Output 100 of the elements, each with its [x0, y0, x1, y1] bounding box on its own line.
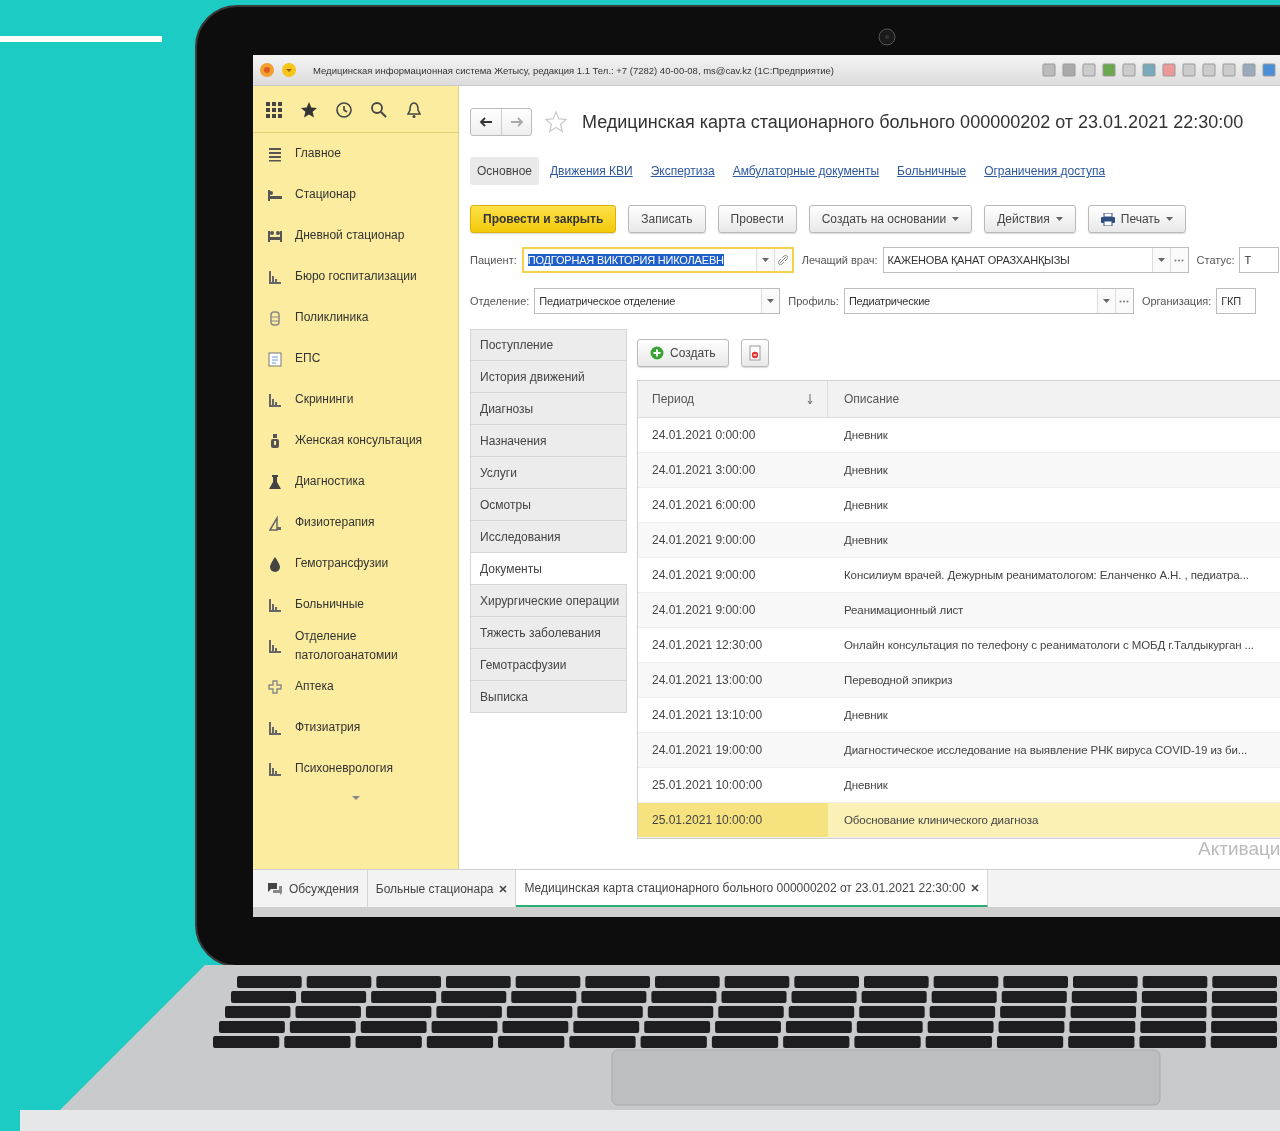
- sidebar-item[interactable]: Диагностика: [253, 461, 458, 502]
- dropdown-button[interactable]: [761, 289, 780, 313]
- tab[interactable]: Ограничения доступа: [977, 157, 1113, 185]
- action-button[interactable]: Записать: [628, 205, 706, 233]
- sidebar-item[interactable]: Аптека: [253, 666, 458, 707]
- bars-icon: [267, 268, 283, 285]
- tab[interactable]: Экспертиза: [643, 157, 722, 185]
- table-cell-text: 24.01.2021 6:00:00: [651, 497, 757, 514]
- activation-notice: Активаци: [1198, 838, 1280, 860]
- sidebar-item[interactable]: Поликлиника: [253, 297, 458, 338]
- dropdown-button[interactable]: Создать на основании: [808, 205, 973, 233]
- print-button[interactable]: Печать: [1087, 205, 1187, 233]
- tab[interactable]: Движения КВИ: [543, 157, 640, 185]
- camera-icon: [878, 28, 896, 46]
- table-cell-text: Дневник: [843, 533, 889, 548]
- table-row[interactable]: 24.01.2021 9:00:00 Реанимационный лист: [638, 593, 1280, 628]
- sidebar-item[interactable]: Физиотерапия: [253, 502, 458, 543]
- plus-circle-icon: [650, 346, 664, 360]
- printer-icon: [1100, 212, 1115, 226]
- app-logo-icon: [259, 62, 275, 78]
- document-icon: [267, 350, 283, 367]
- field-label: Статус:: [1196, 254, 1235, 266]
- caret-down-icon: [767, 299, 775, 303]
- scroll-down-button[interactable]: [350, 795, 361, 801]
- section-tab[interactable]: Диагнозы: [470, 393, 627, 425]
- input-field[interactable]: КАЖЕНОВА ҚАНАТ ОРАЗХАНҚЫЗЫ: [882, 247, 1189, 273]
- bars-icon: [267, 760, 283, 777]
- sidebar-item[interactable]: Женская консультация: [253, 420, 458, 461]
- bell-icon: [405, 101, 423, 119]
- sidebar-item[interactable]: Бюро госпитализации: [253, 256, 458, 297]
- table-row[interactable]: 24.01.2021 3:00:00 Дневник: [638, 453, 1280, 488]
- window-tab[interactable]: Медицинская карта стационарного больного 000000202 от 23.01.2021 22:30:00: [516, 870, 989, 907]
- sidebar-item[interactable]: Психоневрология: [253, 748, 458, 789]
- sidebar-item[interactable]: Главное: [253, 133, 458, 174]
- section-tab[interactable]: Гемотрасфузии: [470, 649, 627, 681]
- input-field[interactable]: Т: [1239, 247, 1280, 273]
- section-tab[interactable]: Исследования: [470, 521, 627, 553]
- table-cell-text: Дневник: [843, 778, 889, 793]
- column-header[interactable]: Описание: [844, 392, 900, 406]
- section-tab[interactable]: История движений: [470, 361, 627, 393]
- dropdown-button[interactable]: [1096, 289, 1115, 313]
- section-tab[interactable]: Поступление: [470, 329, 627, 361]
- sidebar-item[interactable]: Гемотрансфузии: [253, 543, 458, 584]
- caret-down-icon: [1055, 217, 1063, 221]
- section-tab[interactable]: Выписка: [470, 681, 627, 713]
- close-button[interactable]: [971, 883, 980, 892]
- section-tab[interactable]: Тяжесть заболевания: [470, 617, 627, 649]
- triangle-ruler-icon: [267, 514, 283, 531]
- tab[interactable]: Амбулаторные документы: [725, 157, 887, 185]
- section-tab[interactable]: Хирургические операции: [470, 585, 627, 617]
- close-button[interactable]: [499, 884, 508, 893]
- caret-down-icon: [1102, 299, 1110, 303]
- section-tab[interactable]: Услуги: [470, 457, 627, 489]
- input-field[interactable]: ГКП: [1216, 288, 1257, 314]
- favorite-button[interactable]: [544, 110, 568, 134]
- dropdown-button[interactable]: [755, 249, 774, 271]
- table-row[interactable]: 24.01.2021 19:00:00 Диагностическое исследование на выявление РНК вируса COVID-19 из би...: [638, 733, 1280, 768]
- column-header[interactable]: Период: [652, 392, 695, 406]
- action-button[interactable]: Провести и закрыть: [470, 205, 617, 233]
- table-row[interactable]: 25.01.2021 10:00:00 Обоснование клинического диагноза: [638, 803, 1280, 838]
- sidebar-item[interactable]: Фтизиатрия: [253, 707, 458, 748]
- chat-icon: [267, 881, 283, 896]
- table-cell: 25.01.2021 10:00:00: [638, 803, 828, 837]
- field-label: Отделение:: [470, 295, 530, 307]
- sidebar-item[interactable]: Отделение патологоанатомии: [253, 625, 458, 666]
- sidebar-item[interactable]: ЕПС: [253, 338, 458, 379]
- sidebar-item[interactable]: Стационар: [253, 174, 458, 215]
- section-tab[interactable]: Назначения: [470, 425, 627, 457]
- form-title: Медицинская карта стационарного больного 000000202 от 23.01.2021 22:30:00: [582, 111, 1244, 133]
- table-row[interactable]: 24.01.2021 9:00:00 Дневник: [638, 523, 1280, 558]
- input-field[interactable]: Педиатрические: [843, 288, 1134, 314]
- tab[interactable]: Больничные: [890, 157, 974, 185]
- dropdown-button[interactable]: Действия: [984, 205, 1076, 233]
- sidebar-item[interactable]: Больничные: [253, 584, 458, 625]
- table-cell-text: 24.01.2021 9:00:00: [651, 567, 757, 584]
- arrow-left-icon: [479, 117, 493, 127]
- section-tab[interactable]: Документы: [470, 553, 627, 585]
- input-field[interactable]: Педиатрическое отделение: [534, 288, 781, 314]
- table-cell-text: Обоснование клинического диагноза: [843, 813, 1040, 828]
- tab[interactable]: Основное: [470, 157, 539, 185]
- create-button[interactable]: Создать: [637, 339, 729, 367]
- bars-icon: [267, 596, 283, 613]
- section-tab[interactable]: Осмотры: [470, 489, 627, 521]
- sidebar-item[interactable]: Дневной стационар: [253, 215, 458, 256]
- close-icon: [499, 884, 508, 893]
- input-field[interactable]: ПОДГОРНАЯ ВИКТОРИЯ НИКОЛАЕВН: [521, 247, 794, 273]
- menu-button[interactable]: [281, 62, 297, 78]
- bars-icon: [267, 391, 283, 408]
- table-cell-text: 24.01.2021 9:00:00: [651, 602, 757, 619]
- table-cell-text: Дневник: [843, 498, 889, 513]
- table-row[interactable]: 24.01.2021 13:00:00 Переводной эпикриз: [638, 663, 1280, 698]
- link-icon: [778, 255, 789, 265]
- caret-down-icon: [1166, 217, 1174, 221]
- sidebar-item[interactable]: Скрининги: [253, 379, 458, 420]
- delete-document-button[interactable]: [740, 339, 769, 367]
- table-cell-text: Консилиум врачей. Дежурным реаниматологом: Еланченко А.Н. , педиатра...: [843, 568, 1250, 583]
- action-button[interactable]: Провести: [717, 205, 797, 233]
- dropdown-button[interactable]: [1151, 248, 1170, 272]
- table-cell-text: Дневник: [843, 708, 889, 723]
- field-label: Профиль:: [788, 295, 839, 307]
